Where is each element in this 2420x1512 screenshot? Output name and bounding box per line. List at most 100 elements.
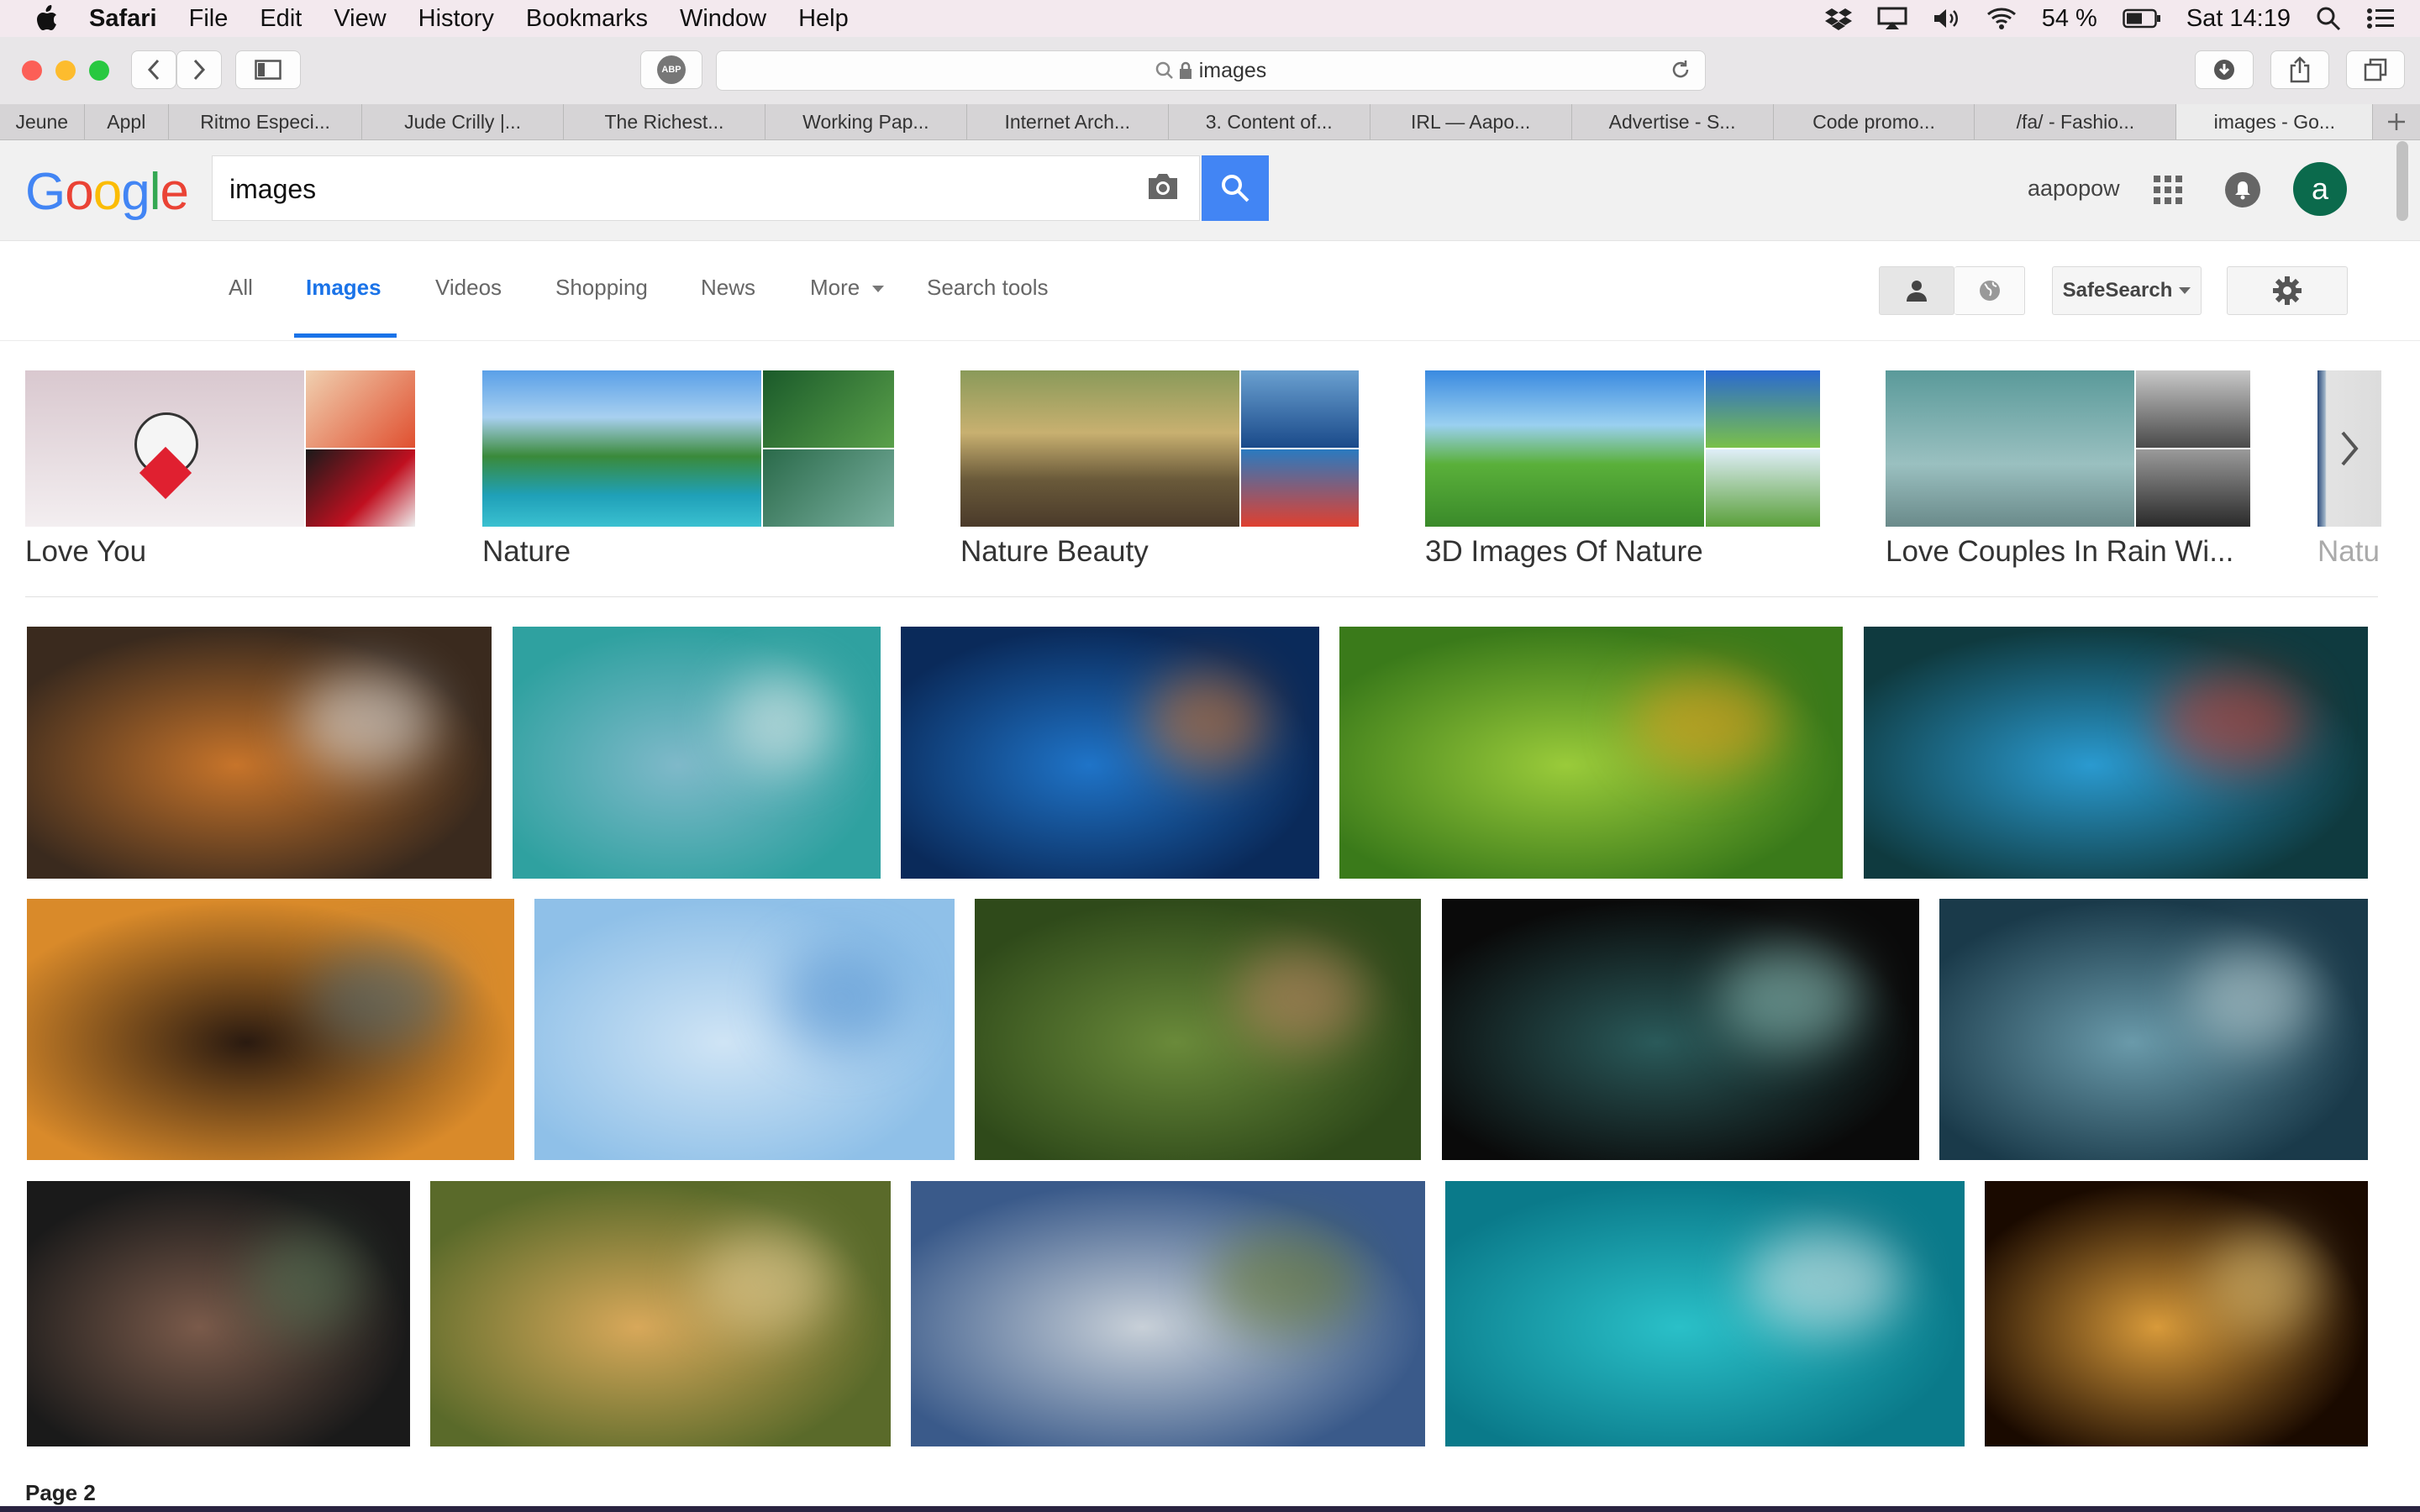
- related-card-3d-images-of-nature[interactable]: 3D Images Of Nature: [1425, 370, 1820, 568]
- divider: [25, 596, 2378, 597]
- menu-bookmarks[interactable]: Bookmarks: [526, 5, 648, 33]
- settings-button[interactable]: [2227, 266, 2348, 315]
- personal-results-button[interactable]: [1879, 266, 1954, 315]
- apple-icon[interactable]: [25, 5, 69, 32]
- related-thumbnail: [2136, 449, 2250, 527]
- browser-tab[interactable]: Jude Crilly |...: [362, 104, 564, 139]
- zoom-window-button[interactable]: [89, 60, 109, 81]
- global-results-button[interactable]: [1954, 266, 2025, 315]
- google-logo[interactable]: Google: [25, 162, 189, 222]
- image-result-galaxy-space[interactable]: [901, 627, 1319, 879]
- tab-more[interactable]: More: [810, 275, 885, 301]
- safesearch-dropdown[interactable]: SafeSearch: [2052, 266, 2202, 315]
- search-button[interactable]: [1202, 155, 1269, 221]
- image-result-violinist-forest[interactable]: [975, 899, 1421, 1160]
- browser-tab[interactable]: Ritmo Especi...: [169, 104, 363, 139]
- minimize-window-button[interactable]: [55, 60, 76, 81]
- related-card-love-you[interactable]: Love You: [25, 370, 415, 568]
- search-type-tabs: All Images Videos Shopping News More Sea…: [0, 241, 2420, 341]
- browser-tab[interactable]: /fa/ - Fashio...: [1975, 104, 2177, 139]
- menubar-clock[interactable]: Sat 14:19: [2186, 5, 2291, 33]
- image-result-tiger-closeup[interactable]: [27, 899, 514, 1160]
- new-tab-button[interactable]: [2373, 104, 2420, 139]
- browser-tab[interactable]: The Richest...: [564, 104, 765, 139]
- related-card-nature-beauty[interactable]: Nature Beauty: [960, 370, 1359, 568]
- related-card-love-couples[interactable]: Love Couples In Rain Wi...: [1886, 370, 2250, 568]
- image-result-kingfisher-birds[interactable]: [1339, 627, 1843, 879]
- related-thumbnail: [306, 449, 415, 527]
- image-result-highlight: [309, 945, 456, 1051]
- image-result-sailboat-sea[interactable]: [1445, 1181, 1965, 1446]
- tab-all[interactable]: All: [229, 275, 253, 301]
- caret-down-icon: [2179, 287, 2191, 294]
- forward-button[interactable]: [176, 50, 222, 89]
- tab-shopping[interactable]: Shopping: [555, 275, 648, 301]
- related-thumbnail: [306, 370, 415, 448]
- sidebar-toggle-button[interactable]: [235, 50, 301, 89]
- browser-tab[interactable]: Internet Arch...: [967, 104, 1169, 139]
- person-icon: [1907, 281, 1927, 302]
- adblock-button[interactable]: ABP: [640, 50, 702, 89]
- menu-file[interactable]: File: [189, 5, 229, 33]
- menu-help[interactable]: Help: [798, 5, 849, 33]
- image-result-highlight: [2207, 1228, 2323, 1336]
- tab-images[interactable]: Images: [306, 275, 381, 301]
- tab-news[interactable]: News: [701, 275, 755, 301]
- image-result-highlight: [249, 1228, 365, 1336]
- image-result-whale-shark-diver[interactable]: [1939, 899, 2368, 1160]
- browser-tab[interactable]: Advertise - S...: [1572, 104, 1774, 139]
- image-result-pop-art-robots[interactable]: [513, 627, 881, 879]
- menu-history[interactable]: History: [418, 5, 494, 33]
- search-input[interactable]: [228, 168, 1071, 210]
- image-result-tiger-in-snow[interactable]: [27, 627, 492, 879]
- close-window-button[interactable]: [22, 60, 42, 81]
- image-result-fractal-leopard[interactable]: [1985, 1181, 2368, 1446]
- browser-tab[interactable]: Code promo...: [1774, 104, 1975, 139]
- related-thumbnail: [1706, 370, 1820, 448]
- menu-view[interactable]: View: [334, 5, 386, 33]
- back-button[interactable]: [131, 50, 176, 89]
- image-result-tree-clouds[interactable]: [911, 1181, 1425, 1446]
- volume-icon[interactable]: [1933, 7, 1961, 30]
- apps-grid-icon[interactable]: [2154, 176, 2182, 208]
- username[interactable]: aapopow: [2028, 176, 2120, 202]
- image-result-highlight: [1631, 672, 1783, 773]
- tab-videos[interactable]: Videos: [435, 275, 502, 301]
- downloads-button[interactable]: [2195, 50, 2254, 89]
- browser-tab[interactable]: IRL — Aapo...: [1370, 104, 1572, 139]
- related-card-nature[interactable]: Nature: [482, 370, 894, 568]
- spotlight-search-icon[interactable]: [2316, 6, 2341, 31]
- battery-icon[interactable]: [2123, 8, 2161, 29]
- notification-center-icon[interactable]: [2366, 7, 2395, 30]
- notifications-bell-icon[interactable]: [2225, 172, 2260, 207]
- browser-tab-active[interactable]: images - Go...: [2176, 104, 2374, 139]
- avatar[interactable]: a: [2293, 162, 2347, 216]
- image-result-water-rose[interactable]: [534, 899, 955, 1160]
- image-result-cyclist-mesh[interactable]: [1442, 899, 1919, 1160]
- address-bar[interactable]: images: [716, 50, 1706, 91]
- browser-tab[interactable]: Working Pap...: [765, 104, 967, 139]
- image-result-dog-bubbles[interactable]: [430, 1181, 891, 1446]
- active-tab-indicator: [294, 333, 397, 338]
- scrollbar-thumb[interactable]: [2396, 141, 2408, 221]
- tab-more-label: More: [810, 275, 860, 300]
- menu-app-safari[interactable]: Safari: [89, 5, 157, 33]
- camera-icon[interactable]: [1145, 171, 1181, 206]
- browser-tab[interactable]: 3. Content of...: [1169, 104, 1370, 139]
- globe-icon: [1979, 281, 2000, 301]
- share-icon: [2290, 56, 2310, 83]
- browser-tab[interactable]: Jeune: [0, 104, 85, 139]
- dropbox-icon[interactable]: [1824, 7, 1852, 30]
- search-tools-button[interactable]: Search tools: [927, 275, 1049, 301]
- image-result-sackboy-globe[interactable]: [27, 1181, 410, 1446]
- airplay-icon[interactable]: [1877, 7, 1907, 30]
- strip-next-button[interactable]: [2317, 370, 2381, 527]
- menu-edit[interactable]: Edit: [260, 5, 302, 33]
- related-label: Natu: [2317, 535, 2380, 568]
- tab-overview-button[interactable]: [2346, 50, 2405, 89]
- wifi-icon[interactable]: [1986, 7, 2017, 30]
- share-button[interactable]: [2270, 50, 2329, 89]
- image-result-parrot-wings[interactable]: [1864, 627, 2368, 879]
- menu-window[interactable]: Window: [680, 5, 766, 33]
- browser-tab[interactable]: Appl: [85, 104, 170, 139]
